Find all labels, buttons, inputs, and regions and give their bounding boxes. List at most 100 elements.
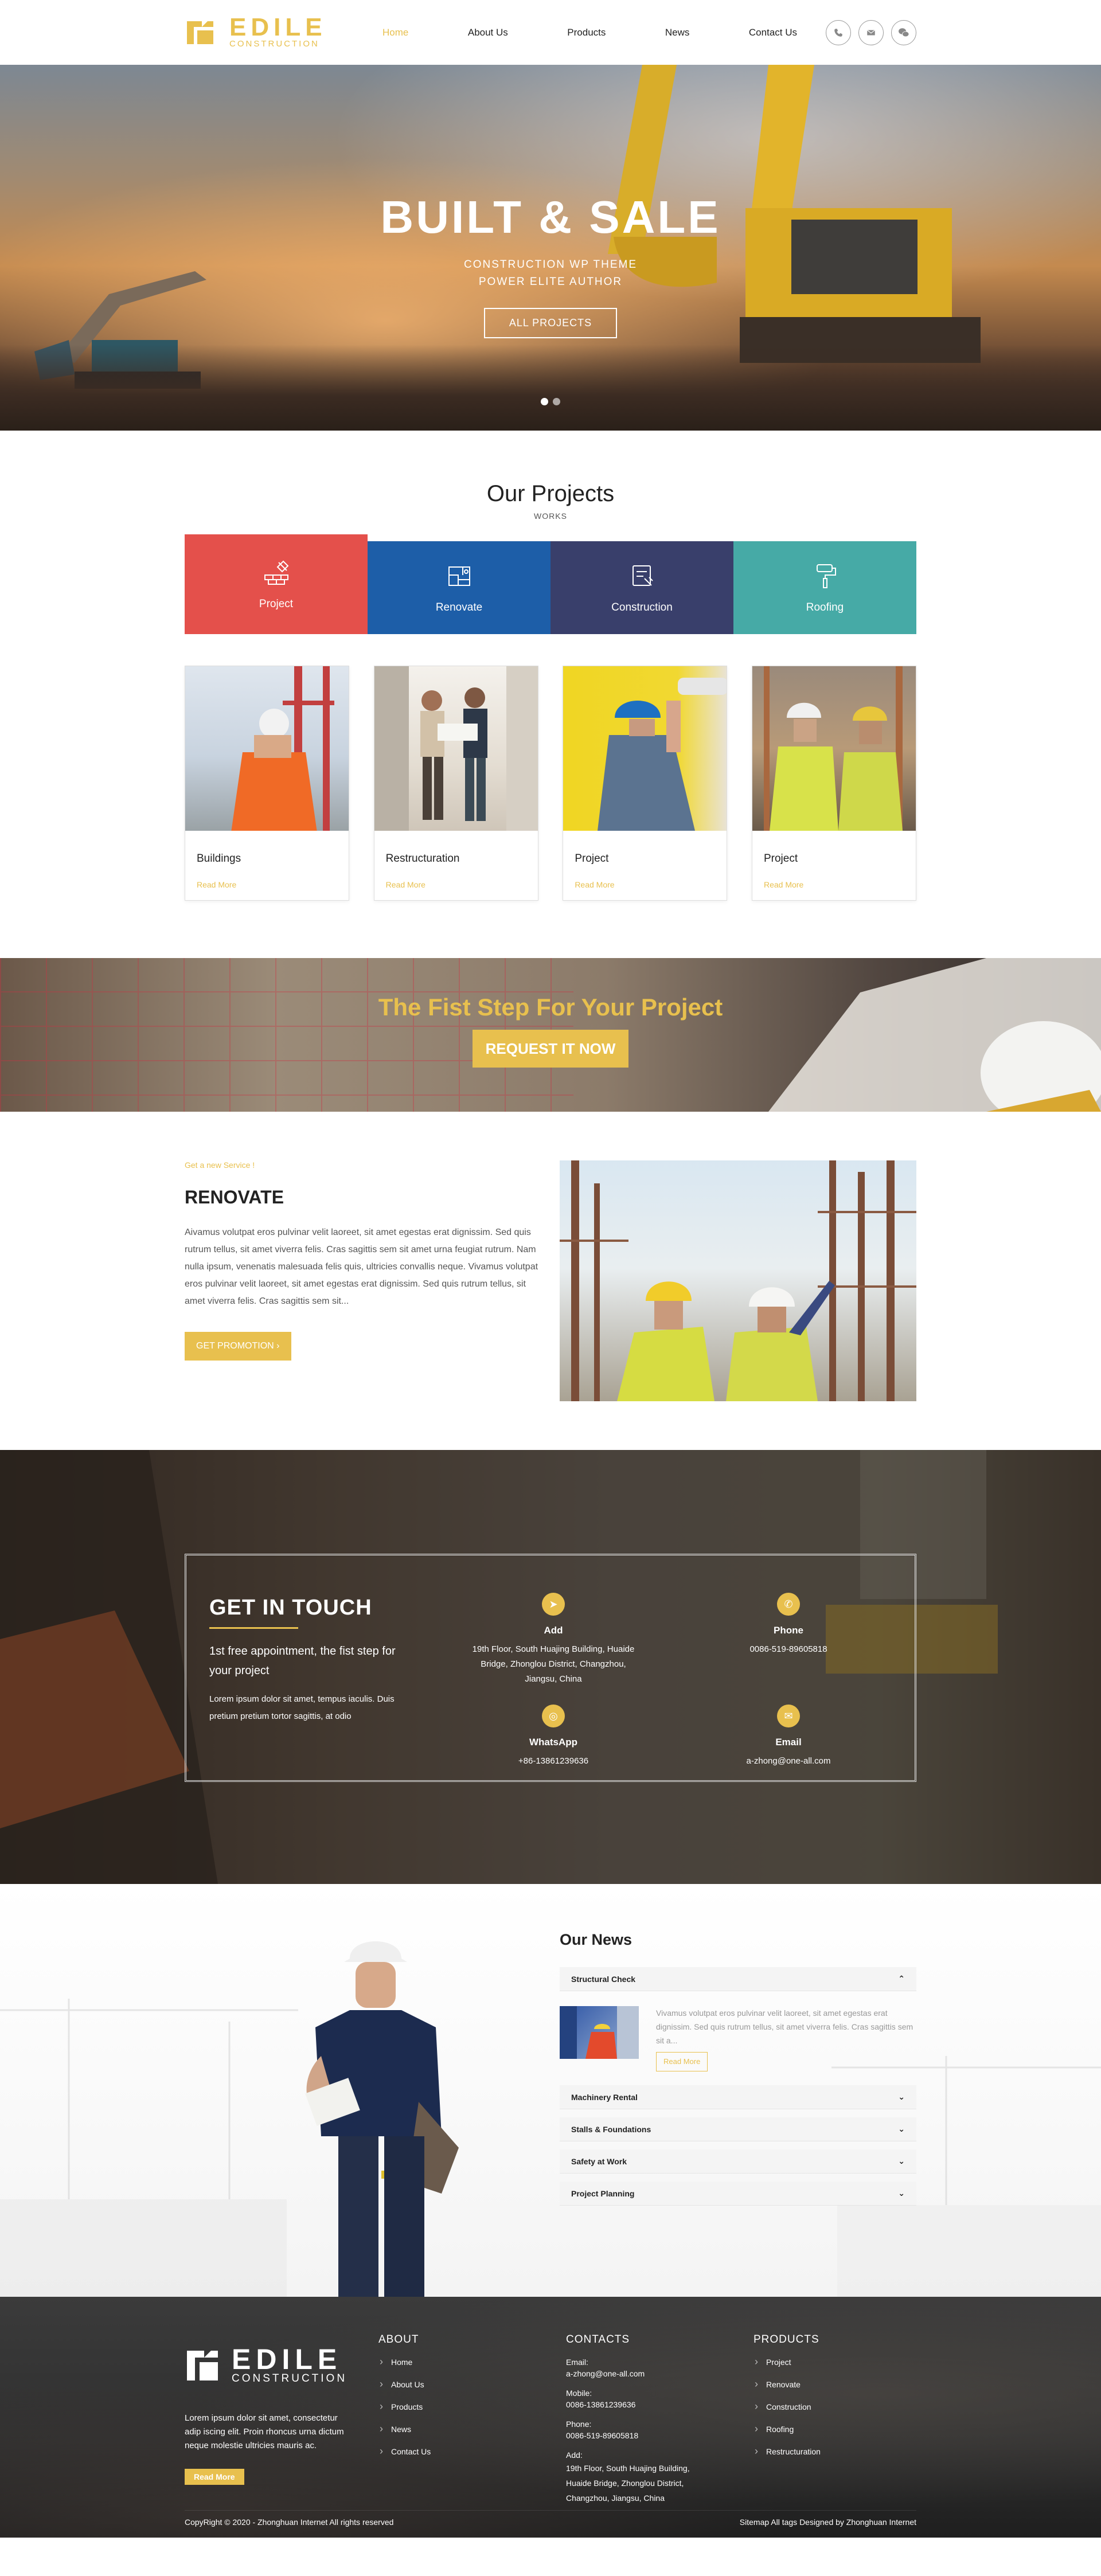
hero-subtitle-2: POWER ELITE AUTHOR	[478, 276, 623, 288]
accordion-item[interactable]: Machinery Rental ⌄	[560, 2085, 916, 2109]
card-image	[752, 666, 916, 831]
footer-bottom-links[interactable]: Sitemap All tags Designed by Zhonghuan I…	[740, 2518, 916, 2527]
email-value[interactable]: a-zhong@one-all.com	[566, 2368, 704, 2379]
chevron-down-icon: ⌄	[898, 2188, 905, 2198]
footer-link-about[interactable]: About Us	[378, 2378, 431, 2390]
read-more-button[interactable]: Read More	[656, 2052, 708, 2071]
slider-dot-1[interactable]	[541, 398, 548, 405]
renovate-text: Aivamus volutpat eros pulvinar velit lao…	[185, 1228, 538, 1306]
tab-roofing[interactable]: Roofing	[733, 541, 916, 634]
footer-read-more-button[interactable]: Read More	[185, 2469, 244, 2485]
footer-heading: ABOUT	[378, 2333, 419, 2346]
bricks-icon	[264, 560, 288, 585]
mobile-value[interactable]: 0086-13861239636	[566, 2399, 704, 2410]
contact-value[interactable]: +86-13861239636	[433, 1754, 674, 1769]
footer-heading: CONTACTS	[566, 2333, 630, 2346]
logo[interactable]: EDILE CONSTRUCTION	[185, 13, 382, 49]
logo-subtitle: CONSTRUCTION	[229, 39, 319, 49]
renovate-title: RENOVATE	[185, 1187, 284, 1207]
contact-value[interactable]: a-zhong@one-all.com	[668, 1754, 909, 1769]
project-card[interactable]: Project Read More	[751, 666, 916, 901]
get-promotion-button[interactable]: GET PROMOTION ›	[185, 1332, 291, 1361]
paint-roller-icon	[816, 564, 836, 588]
footer-product-link[interactable]: Renovate	[753, 2378, 821, 2390]
logo-title: EDILE	[229, 13, 327, 41]
phone-value[interactable]: 0086-519-89605818	[566, 2430, 704, 2441]
site-header: EDILE CONSTRUCTION Home About Us Product…	[0, 0, 1101, 65]
project-card[interactable]: Buildings Read More	[185, 666, 349, 901]
footer-product-link[interactable]: Construction	[753, 2401, 821, 2413]
whatsapp-icon: ◎	[542, 1705, 565, 1727]
contact-section: GET IN TOUCH 1st free appointment, the f…	[0, 1450, 1101, 1884]
accordion-body: Vivamus volutpat eros pulvinar velit lao…	[560, 1991, 916, 2077]
nav-contact[interactable]: Contact Us	[749, 27, 797, 38]
button-label: GET PROMOTION	[196, 1341, 274, 1351]
contact-value[interactable]: 0086-519-89605818	[668, 1642, 909, 1657]
news-title: Our News	[560, 1931, 633, 1948]
read-more-link[interactable]: Read More	[197, 880, 349, 889]
accordion-item[interactable]: Project Planning ⌄	[560, 2182, 916, 2206]
title-underline	[209, 1627, 298, 1629]
project-card[interactable]: Project Read More	[563, 666, 728, 901]
email-label: Email:	[566, 2358, 588, 2367]
tab-project[interactable]: Project	[185, 534, 368, 634]
footer-product-link[interactable]: Roofing	[753, 2423, 821, 2435]
main-nav: Home About Us Products News Contact Us	[382, 27, 826, 38]
hero-title: BUILT & SALE	[380, 191, 721, 243]
request-button[interactable]: REQUEST IT NOW	[473, 1030, 628, 1068]
footer-link-home[interactable]: Home	[378, 2356, 431, 2368]
footer-product-link[interactable]: Restructuration	[753, 2445, 821, 2457]
read-more-link[interactable]: Read More	[386, 880, 538, 889]
mail-icon[interactable]	[858, 19, 884, 45]
read-more-link[interactable]: Read More	[764, 880, 916, 889]
tab-renovate[interactable]: Renovate	[368, 541, 550, 634]
footer-product-link[interactable]: Project	[753, 2356, 821, 2368]
footer-links: ABOUT Home About Us Products News Contac…	[378, 2333, 431, 2468]
chevron-down-icon: ⌄	[898, 2092, 905, 2101]
footer-link-contact[interactable]: Contact Us	[378, 2445, 431, 2457]
nav-news[interactable]: News	[665, 27, 690, 38]
chevron-up-icon: ⌃	[898, 1974, 905, 1983]
blueprint-icon	[448, 566, 470, 586]
footer-products: PRODUCTS Project Renovate Construction R…	[753, 2333, 821, 2468]
card-title: Project	[575, 853, 609, 865]
phone-icon[interactable]	[826, 19, 851, 45]
tab-label: Construction	[611, 601, 673, 613]
nav-products[interactable]: Products	[567, 27, 606, 38]
nav-home[interactable]: Home	[382, 27, 408, 38]
chevron-down-icon: ⌄	[898, 2156, 905, 2165]
footer-logo[interactable]: EDILE CONSTRUCTION	[185, 2345, 351, 2386]
footer-link-news[interactable]: News	[378, 2423, 431, 2435]
contact-label: Add	[544, 1625, 563, 1636]
contact-box: GET IN TOUCH 1st free appointment, the f…	[185, 1554, 916, 1782]
projects-section: Our Projects WORKS Project Renovate Cons…	[0, 431, 1101, 958]
card-image	[374, 666, 538, 831]
card-title: Restructuration	[385, 853, 460, 865]
footer-about-text: Lorem ipsum dolor sit amet, consectetur …	[185, 2413, 344, 2450]
site-footer: EDILE CONSTRUCTION Lorem ipsum dolor sit…	[0, 2297, 1101, 2538]
accordion-item[interactable]: Stalls & Foundations ⌄	[560, 2117, 916, 2141]
projects-title: Our Projects	[486, 481, 615, 506]
contact-label: WhatsApp	[529, 1737, 578, 1748]
nav-about[interactable]: About Us	[468, 27, 508, 38]
all-projects-button[interactable]: ALL PROJECTS	[483, 308, 618, 338]
contact-whatsapp: ◎ WhatsApp +86-13861239636	[433, 1705, 674, 1769]
chevron-right-icon: ›	[276, 1341, 280, 1351]
accordion-item-open[interactable]: Structural Check ⌃	[560, 1967, 916, 1991]
contact-label: Phone	[774, 1625, 803, 1636]
footer-logo-subtitle: CONSTRUCTION	[232, 2372, 348, 2385]
project-card[interactable]: Restructuration Read More	[373, 666, 538, 901]
footer-link-products[interactable]: Products	[378, 2401, 431, 2413]
hero-banner: BUILT & SALE CONSTRUCTION WP THEME POWER…	[0, 65, 1101, 431]
card-title: Buildings	[197, 853, 241, 865]
contact-email: ✉ Email a-zhong@one-all.com	[668, 1705, 909, 1769]
accordion-title: Machinery Rental	[571, 2092, 638, 2102]
read-more-link[interactable]: Read More	[575, 880, 727, 889]
slider-dot-2[interactable]	[553, 398, 560, 405]
accordion-item[interactable]: Safety at Work ⌄	[560, 2149, 916, 2174]
projects-subtitle: WORKS	[534, 511, 567, 521]
tab-label: Project	[259, 598, 294, 610]
wechat-icon[interactable]	[891, 19, 916, 45]
footer-contacts: CONTACTS Email: a-zhong@one-all.com Mobi…	[566, 2333, 704, 2505]
tab-construction[interactable]: Construction	[550, 541, 733, 634]
